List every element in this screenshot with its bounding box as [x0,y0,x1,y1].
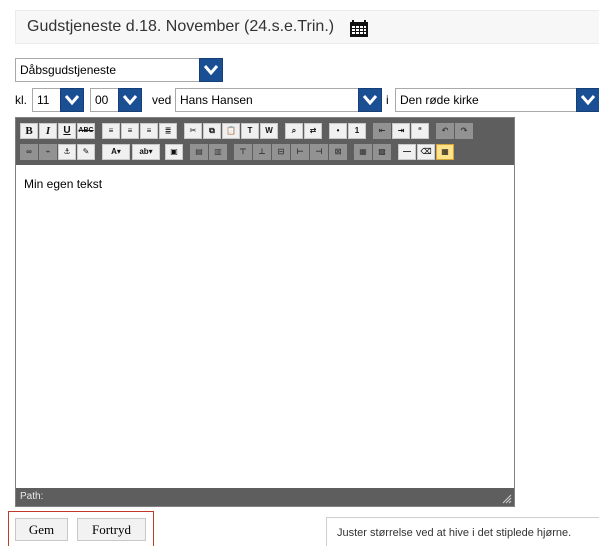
text-color-icon[interactable]: A▾ [102,144,130,160]
service-type-value: Dåbsgudstjeneste [20,63,117,77]
table-col-icon[interactable]: ▥ [209,144,227,160]
undo-icon[interactable]: ↶ [436,123,454,139]
paste-text-icon[interactable]: T [241,123,259,139]
chevron-down-icon[interactable] [199,58,223,82]
indent-icon[interactable]: ⇥ [392,123,410,139]
cancel-button[interactable]: Fortryd [77,518,146,541]
anchor-icon[interactable]: ⚓ [58,144,76,160]
title-bar: Gudstjeneste d.18. November (24.s.e.Trin… [15,10,599,44]
chevron-down-icon[interactable] [576,88,599,112]
copy-icon[interactable]: ⧉ [203,123,221,139]
church-value: Den røde kirke [400,93,479,107]
service-type-select[interactable]: Dåbsgudstjeneste [15,58,223,82]
replace-icon[interactable]: ⇄ [304,123,322,139]
align-left-button[interactable]: ≡ [102,123,120,139]
church-select[interactable]: Den røde kirke [395,88,599,112]
eraser-icon[interactable]: ⌫ [417,144,435,160]
align-justify-button[interactable]: ≣ [159,123,177,139]
priest-select[interactable]: Hans Hansen [175,88,382,112]
numbered-list-icon[interactable]: 1 [348,123,366,139]
horizontal-rule-icon[interactable]: — [398,144,416,160]
insert-row-after-icon[interactable]: ⊥ [253,144,271,160]
bullet-list-icon[interactable]: • [329,123,347,139]
link-icon[interactable]: ∞ [20,144,38,160]
insert-col-after-icon[interactable]: ⊣ [310,144,328,160]
chevron-down-icon[interactable] [118,88,142,112]
priest-label: ved [152,93,172,107]
cut-icon[interactable]: ✂ [184,123,202,139]
time-prefix-label: kl. [15,93,27,107]
italic-button[interactable]: I [39,123,57,139]
bold-button[interactable]: B [20,123,38,139]
blockquote-icon[interactable]: “ [411,123,429,139]
find-icon[interactable]: ⌕ [285,123,303,139]
resize-hint-text: Juster størrelse ved at hive i det stipl… [337,527,572,539]
redo-icon[interactable]: ↷ [455,123,473,139]
table-row-icon[interactable]: ▤ [190,144,208,160]
editor-content[interactable]: Min egen tekst [24,177,102,191]
page-title: Gudstjeneste d.18. November (24.s.e.Trin… [27,18,335,35]
priest-value: Hans Hansen [180,93,253,107]
outdent-icon[interactable]: ⇤ [373,123,391,139]
editor-path-bar: Path: [16,488,514,506]
hour-select[interactable]: 11 [32,88,84,112]
insert-row-before-icon[interactable]: ⊤ [234,144,252,160]
background-color-icon[interactable]: ab▾ [132,144,160,160]
strikethrough-button[interactable]: ABC [77,123,95,139]
underline-button[interactable]: U [58,123,76,139]
chevron-down-icon[interactable] [60,88,84,112]
save-button[interactable]: Gem [15,518,68,541]
unlink-icon[interactable]: ⌁ [39,144,57,160]
resize-hint: Juster størrelse ved at hive i det stipl… [326,517,599,546]
cleanup-icon[interactable]: ✎ [77,144,95,160]
path-label: Path: [20,491,44,502]
insert-image-icon[interactable]: ▣ [165,144,183,160]
split-cells-icon[interactable]: ▦ [354,144,372,160]
minute-value: 00 [95,93,109,107]
chevron-down-icon[interactable] [358,88,382,112]
merge-cells-icon[interactable]: ▩ [373,144,391,160]
minute-select[interactable]: 00 [90,88,142,112]
insert-col-before-icon[interactable]: ⊢ [291,144,309,160]
visual-aid-icon[interactable]: ▦ [436,144,454,160]
resize-grip-icon[interactable] [502,494,512,504]
hour-value: 11 [37,93,50,107]
rich-text-editor: B I U ABC ≡ ≡ ≡ ≣ ✂ ⧉ 📋 T W ⌕ ⇄ • 1 ⇤ ⇥ … [15,117,515,507]
paste-icon[interactable]: 📋 [222,123,240,139]
delete-row-icon[interactable]: ⊟ [272,144,290,160]
align-center-button[interactable]: ≡ [121,123,139,139]
church-label: i [386,93,389,107]
calendar-icon[interactable] [349,20,369,41]
paste-word-icon[interactable]: W [260,123,278,139]
delete-col-icon[interactable]: ⊠ [329,144,347,160]
editor-toolbar: B I U ABC ≡ ≡ ≡ ≣ ✂ ⧉ 📋 T W ⌕ ⇄ • 1 ⇤ ⇥ … [16,118,514,165]
align-right-button[interactable]: ≡ [140,123,158,139]
